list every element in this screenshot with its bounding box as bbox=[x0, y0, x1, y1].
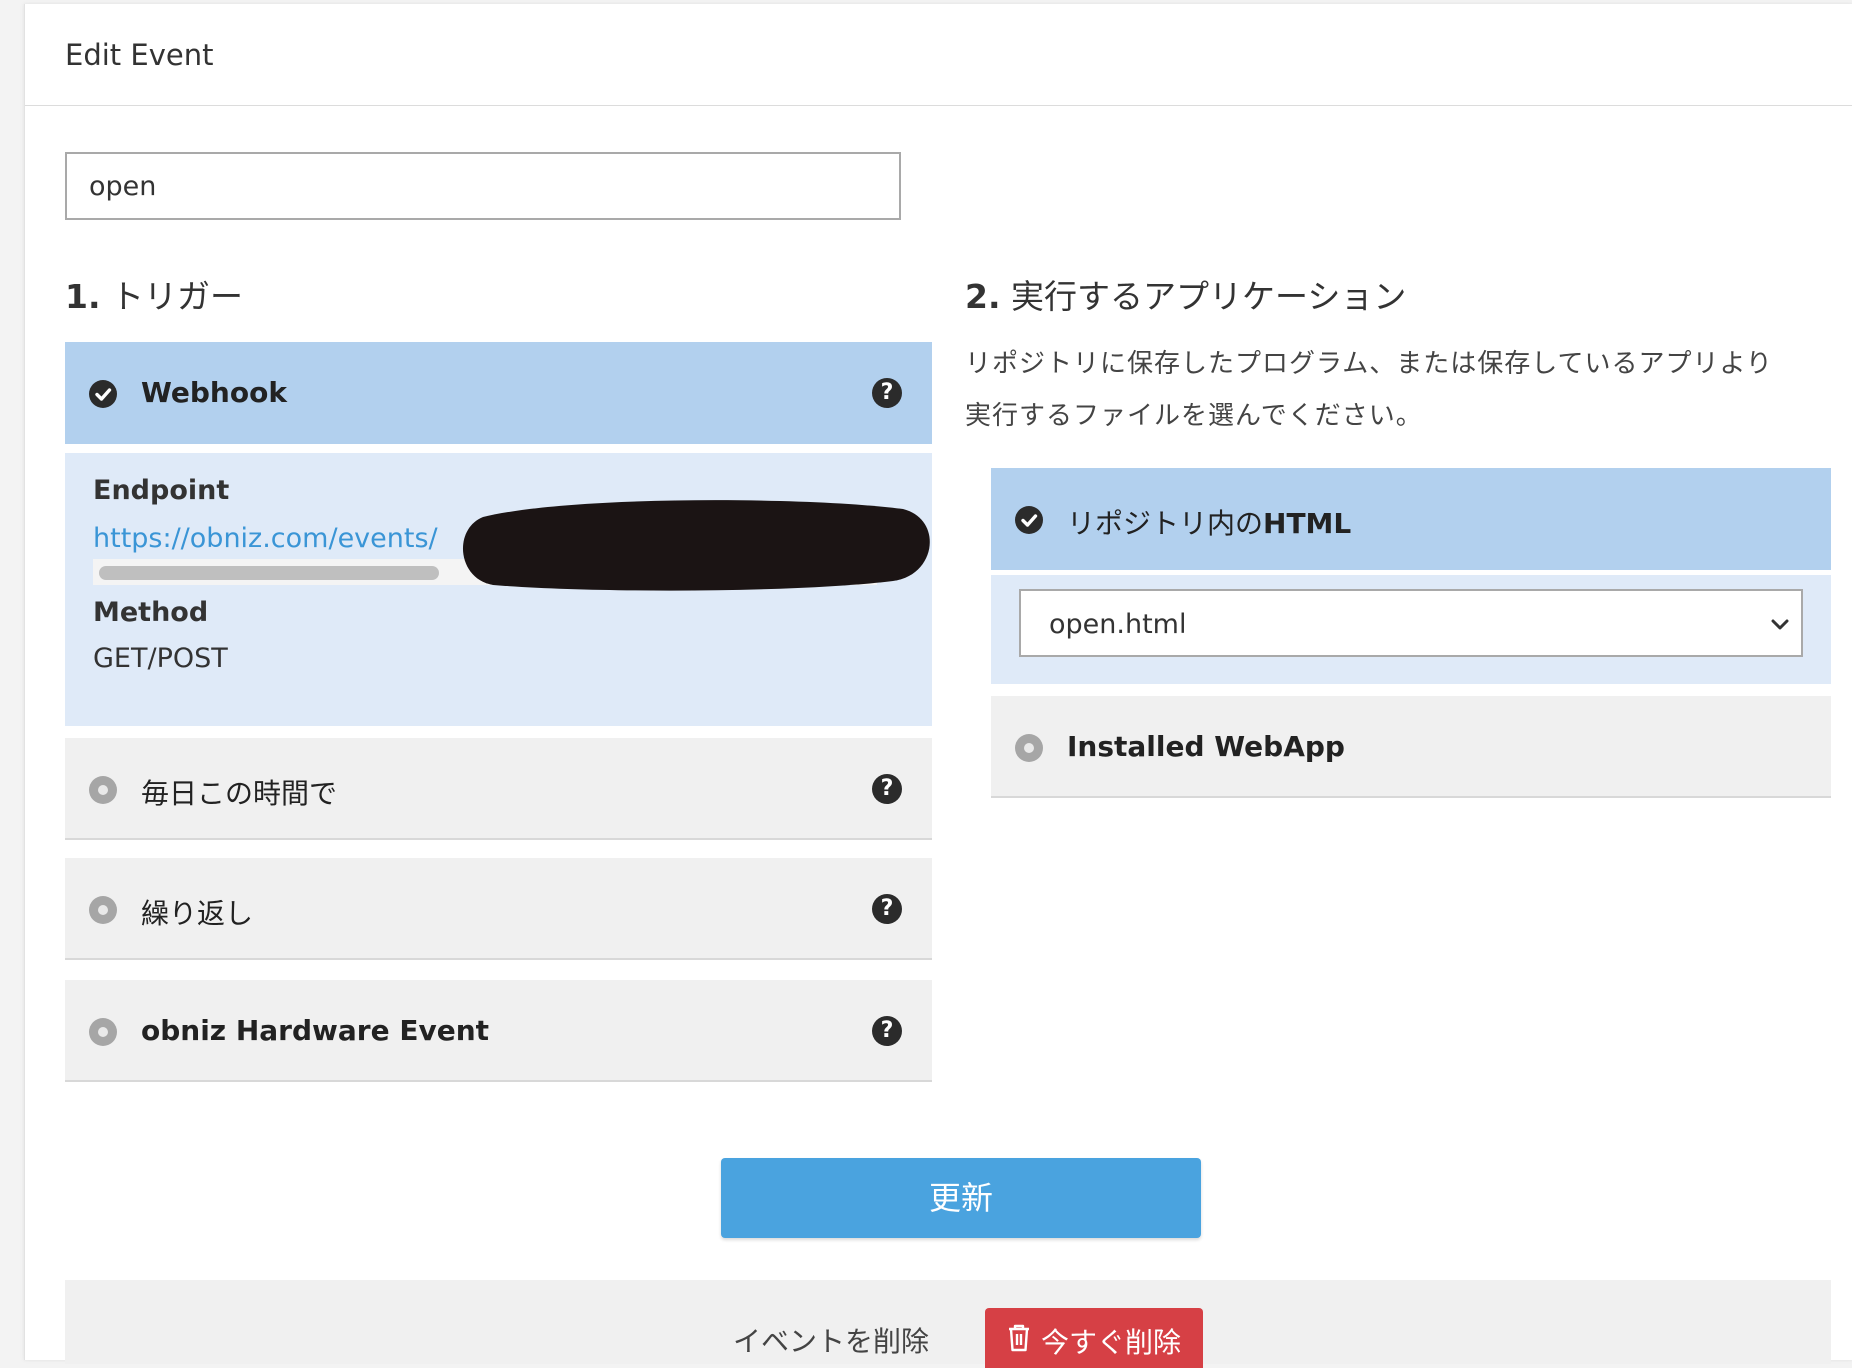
panel-title: Edit Event bbox=[65, 38, 214, 72]
check-circle-icon bbox=[89, 380, 117, 408]
help-icon[interactable]: ? bbox=[872, 894, 902, 924]
trigger-option-webhook[interactable]: Webhook ? bbox=[65, 342, 932, 444]
help-icon[interactable]: ? bbox=[872, 774, 902, 804]
trash-icon bbox=[1009, 1324, 1029, 1352]
check-circle-icon bbox=[1015, 506, 1043, 534]
repo-html-details: open.html bbox=[991, 572, 1831, 684]
trigger-option-label: Webhook bbox=[141, 376, 287, 409]
app-option-label: リポジトリ内のHTML bbox=[1067, 507, 1352, 540]
trigger-option-label: obniz Hardware Event bbox=[141, 1014, 490, 1047]
method-value: GET/POST bbox=[93, 643, 228, 674]
delete-event-label: イベントを削除 bbox=[733, 1325, 930, 1358]
app-option-installed-webapp[interactable]: Installed WebApp bbox=[991, 696, 1831, 798]
app-section-title: 2. 実行するアプリケーション bbox=[965, 277, 1407, 316]
app-section-description: リポジトリに保存したプログラム、または保存しているアプリより 実行するファイルを… bbox=[965, 349, 1773, 431]
endpoint-url-link[interactable]: https://obniz.com/events/ bbox=[93, 523, 438, 554]
app-option-installed-webapp-header[interactable]: Installed WebApp bbox=[991, 696, 1831, 798]
html-file-select-value: open.html bbox=[1049, 609, 1187, 640]
delete-now-button[interactable]: 今すぐ削除 bbox=[985, 1308, 1203, 1368]
trigger-option-label: 毎日この時間で bbox=[141, 777, 338, 810]
delete-now-label: 今すぐ削除 bbox=[1041, 1326, 1182, 1359]
trigger-option-daily[interactable]: 毎日この時間で ? bbox=[65, 738, 932, 840]
trigger-option-repeat-header[interactable]: 繰り返し ? bbox=[65, 858, 932, 960]
trigger-option-hardware-event-header[interactable]: obniz Hardware Event ? bbox=[65, 980, 932, 1082]
chevron-down-icon bbox=[1771, 619, 1789, 630]
endpoint-label: Endpoint bbox=[93, 475, 230, 506]
app-option-label: Installed WebApp bbox=[1067, 730, 1345, 763]
app-option-repo-html-header[interactable]: リポジトリ内のHTML bbox=[991, 468, 1831, 570]
radio-unselected-icon bbox=[1015, 734, 1043, 762]
help-icon[interactable]: ? bbox=[872, 1016, 902, 1046]
html-file-select[interactable]: open.html bbox=[1019, 589, 1803, 657]
scrollbar-thumb[interactable] bbox=[99, 566, 439, 580]
redaction-mark bbox=[462, 500, 930, 591]
radio-unselected-icon bbox=[89, 776, 117, 804]
trigger-option-daily-header[interactable]: 毎日この時間で ? bbox=[65, 738, 932, 840]
delete-footer: イベントを削除 今すぐ削除 bbox=[65, 1280, 1831, 1368]
app-option-repo-html[interactable]: リポジトリ内のHTML bbox=[991, 468, 1831, 570]
edit-event-panel: Edit Event 1. トリガー Webhook ? Endpoint ht… bbox=[24, 4, 1852, 1368]
trigger-option-label: 繰り返し bbox=[141, 897, 254, 930]
panel-header: Edit Event bbox=[25, 4, 1852, 106]
webhook-details: Endpoint https://obniz.com/events/ Metho… bbox=[65, 450, 932, 726]
event-name-input[interactable] bbox=[65, 152, 901, 220]
trigger-section-title: 1. トリガー bbox=[65, 277, 243, 316]
trigger-option-webhook-header[interactable]: Webhook ? bbox=[65, 342, 932, 444]
trigger-option-hardware-event[interactable]: obniz Hardware Event ? bbox=[65, 980, 932, 1082]
radio-unselected-icon bbox=[89, 1018, 117, 1046]
update-button[interactable]: 更新 bbox=[721, 1158, 1201, 1238]
trigger-option-repeat[interactable]: 繰り返し ? bbox=[65, 858, 932, 960]
help-icon[interactable]: ? bbox=[872, 378, 902, 408]
method-label: Method bbox=[93, 597, 209, 628]
radio-unselected-icon bbox=[89, 896, 117, 924]
